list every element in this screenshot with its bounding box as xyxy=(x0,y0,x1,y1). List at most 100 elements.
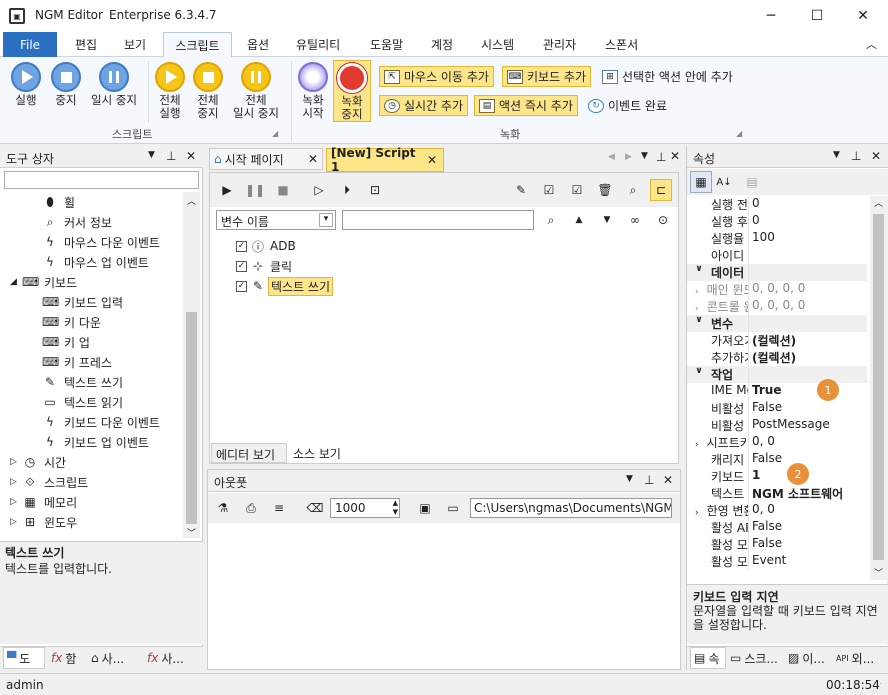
collapse-arrow-icon[interactable]: ∨ xyxy=(687,264,711,281)
prop-row[interactable]: 캐리지 리!False xyxy=(687,451,867,468)
prop-row[interactable]: 실행율 100 xyxy=(687,230,867,247)
tree-item-keyboard[interactable]: ◢ ⌨ 키보드 xyxy=(0,272,77,292)
tree-item-keyboard-up-event[interactable]: ϟ 키보드 업 이벤트 xyxy=(0,432,149,452)
tab-right-icon[interactable]: ▶ xyxy=(625,152,632,162)
prop-row[interactable]: 아이디 xyxy=(687,247,867,264)
prop-row[interactable]: 키보드 입!1 xyxy=(687,468,867,485)
tree-item-time[interactable]: ▷ ◷ 시간 xyxy=(0,452,66,472)
edit-icon[interactable]: ✎ xyxy=(510,179,532,201)
tree-item-wheel[interactable]: ⬮ 휠 xyxy=(0,192,75,212)
output-filter-icon[interactable]: ⚗ xyxy=(212,497,234,519)
tree-item-windows[interactable]: ▷ ⊞ 윈도우 xyxy=(0,512,77,532)
variable-search-input[interactable] xyxy=(342,210,534,230)
group-launcher-icon[interactable]: ◢ xyxy=(736,129,742,138)
prop-category-variables[interactable]: ∨ 변수 xyxy=(687,315,867,332)
menu-edit[interactable]: 편집 xyxy=(75,36,97,53)
prop-row[interactable]: 활성 모드False xyxy=(687,536,867,553)
prop-row[interactable]: ›콘트롤 윈!0, 0, 0, 0 xyxy=(687,298,867,315)
resize-grip-icon[interactable]: ⋰ xyxy=(875,682,882,690)
close-icon[interactable]: ✕ xyxy=(670,149,680,163)
tab-script-1[interactable]: [New] Script 1 ✕ xyxy=(326,146,444,174)
prop-row[interactable]: 실행 전 지0 xyxy=(687,196,867,213)
expand-arrow-icon[interactable]: ▷ xyxy=(10,517,22,527)
tab-user-functions[interactable]: fx 사... xyxy=(144,647,196,669)
tree-item-memory[interactable]: ▷ ▦ 메모리 xyxy=(0,492,77,512)
prop-row[interactable]: ›한영 변환:0, 0 xyxy=(687,502,867,519)
output-count-input[interactable]: 1000 ▲ ▼ xyxy=(330,498,400,518)
prop-category-task[interactable]: ∨ 작업 xyxy=(687,366,867,383)
tree-item-key-press[interactable]: ⌨ 키 프레스 xyxy=(0,352,112,372)
event-done-button[interactable]: ↻ 이벤트 완료 xyxy=(584,95,671,116)
search-icon[interactable]: ⌕ xyxy=(540,209,562,231)
group-launcher-icon[interactable]: ◢ xyxy=(272,129,278,138)
dropdown-icon[interactable]: ▼ xyxy=(833,150,840,160)
tree-item-cursor-info[interactable]: ⌕ 커서 정보 xyxy=(0,212,112,232)
check-all-icon[interactable]: ☑ xyxy=(538,179,560,201)
spinner-icon[interactable]: ▲ ▼ xyxy=(393,499,398,517)
expand-arrow-icon[interactable]: ▷ xyxy=(10,457,22,467)
prop-category-data[interactable]: ∨ 데이터 xyxy=(687,264,867,281)
close-button[interactable]: ✕ xyxy=(840,0,886,32)
tab-properties[interactable]: ▤ 속 xyxy=(690,647,726,669)
run-button[interactable]: 실행 xyxy=(8,62,44,107)
record-start-button[interactable]: 녹화 시작 xyxy=(295,62,331,120)
all-run-button[interactable]: 전체 실행 xyxy=(152,62,188,120)
record-stop-button[interactable]: 녹화 중지 xyxy=(333,60,371,122)
dropdown-icon[interactable]: ▼ xyxy=(148,150,155,160)
check-icon[interactable]: ☑ xyxy=(566,179,588,201)
run-icon[interactable]: ▶ xyxy=(216,179,238,201)
checkbox-icon[interactable]: ✓ xyxy=(236,240,247,252)
add-mouse-move-button[interactable]: ⇱ 마우스 이동 추가 xyxy=(379,66,494,87)
prop-row[interactable]: 텍스트 NGM 소프트웨어 xyxy=(687,485,867,502)
tree-item-mouse-down[interactable]: ϟ 마우스 다운 이벤트 xyxy=(0,232,160,252)
prop-row[interactable]: IME ModeTrue xyxy=(687,383,867,400)
categorized-icon[interactable]: ▦ xyxy=(690,171,712,193)
maximize-button[interactable]: ☐ xyxy=(794,0,840,32)
pin-icon[interactable]: ⊥ xyxy=(656,150,666,164)
run-to-icon[interactable]: ⏵ xyxy=(336,179,358,201)
menu-script[interactable]: 스크립트 xyxy=(163,32,232,58)
all-pause-button[interactable]: 전체 일시 중지 xyxy=(228,62,284,120)
close-tab-icon[interactable]: ✕ xyxy=(427,153,437,167)
pin-icon[interactable]: ⊥ xyxy=(851,149,861,163)
tab-source-view[interactable]: 소스 보기 xyxy=(289,443,349,463)
tab-list-icon[interactable]: ▼ xyxy=(641,151,648,161)
output-path-input[interactable]: C:\Users\ngmas\Documents\NGM6\ xyxy=(470,498,672,518)
expand-arrow-icon[interactable]: › xyxy=(695,304,699,314)
tree-view-icon[interactable]: ⊏ xyxy=(650,179,672,201)
dropdown-icon[interactable]: ▼ xyxy=(626,474,633,484)
prop-row[interactable]: 비활성 모!False xyxy=(687,400,867,417)
property-pages-icon[interactable]: ▤ xyxy=(741,171,763,193)
menu-admin[interactable]: 관리자 xyxy=(543,36,576,53)
toolbox-search-input[interactable] xyxy=(4,171,199,189)
run-selected-icon[interactable]: ⊡ xyxy=(364,179,386,201)
expand-arrow-icon[interactable]: › xyxy=(695,508,699,518)
stop-icon[interactable]: ■ xyxy=(272,179,294,201)
close-icon[interactable]: ✕ xyxy=(186,149,196,163)
tab-external[interactable]: API 외... xyxy=(833,647,885,669)
prop-row[interactable]: 추가하기(컬렉션) xyxy=(687,349,867,366)
tree-item-read-text[interactable]: ▭ 텍스트 읽기 xyxy=(0,392,123,412)
tree-item-write-text[interactable]: ✎ 텍스트 쓰기 xyxy=(0,372,123,392)
tab-user[interactable]: ⌂ 사... xyxy=(88,647,140,669)
prop-row[interactable]: 실행 후 지0 xyxy=(687,213,867,230)
all-stop-button[interactable]: 전체 중지 xyxy=(190,62,226,120)
prop-row[interactable]: 비활성 모!PostMessage xyxy=(687,417,867,434)
pause-icon[interactable]: ❚❚ xyxy=(244,179,266,201)
prop-row[interactable]: 활성 모드Event xyxy=(687,553,867,570)
expand-arrow-icon[interactable]: ▷ xyxy=(10,477,22,487)
pause-button[interactable]: 일시 중지 xyxy=(86,62,142,107)
menu-utility[interactable]: 유틸리티 xyxy=(296,36,340,53)
infinity-icon[interactable]: ∞ xyxy=(624,209,646,231)
expand-arrow-icon[interactable]: ▷ xyxy=(10,497,22,507)
menu-view[interactable]: 보기 xyxy=(124,36,146,53)
scroll-down-icon[interactable]: ﹀ xyxy=(874,566,883,579)
script-node-write-text[interactable]: ✓ ✎ 텍스트 쓰기 xyxy=(236,276,334,296)
tree-item-keyboard-down-event[interactable]: ϟ 키보드 다운 이벤트 xyxy=(0,412,160,432)
collapse-arrow-icon[interactable]: ∨ xyxy=(687,366,711,383)
prop-row[interactable]: ›시프트키 :0, 0 xyxy=(687,434,867,451)
menu-system[interactable]: 시스템 xyxy=(481,36,514,53)
move-up-icon[interactable]: ▲ xyxy=(568,209,590,231)
checkbox-icon[interactable]: ✓ xyxy=(236,260,247,272)
add-keyboard-button[interactable]: ⌨ 키보드 추가 xyxy=(502,66,592,87)
